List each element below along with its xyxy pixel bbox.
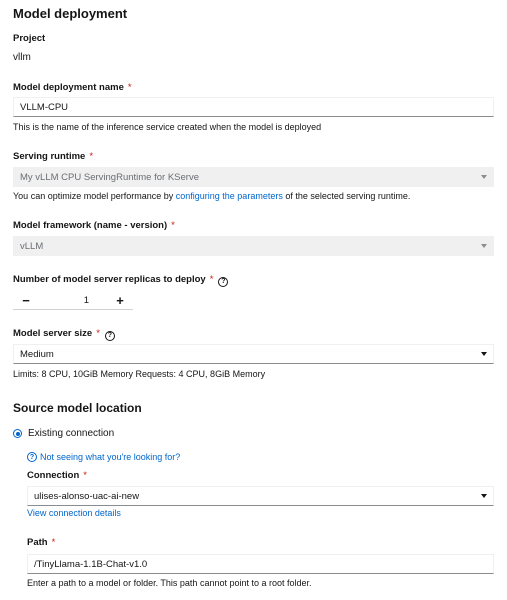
path-helper: Enter a path to a model or folder. This … [27, 578, 312, 588]
page-title: Model deployment [13, 6, 128, 21]
serving-runtime-label: Serving runtime * [13, 151, 94, 162]
project-value: vllm [13, 52, 31, 63]
required-marker: * [171, 220, 175, 231]
path-input[interactable]: /TinyLlama-1.1B-Chat-v1.0 [27, 554, 494, 574]
connection-label: Connection * [27, 470, 87, 481]
replicas-input[interactable]: 1 [39, 290, 91, 310]
existing-connection-radio[interactable]: Existing connection [13, 428, 114, 439]
view-connection-details-link[interactable]: View connection details [27, 508, 121, 518]
required-marker: * [127, 82, 132, 93]
required-marker: * [83, 470, 87, 481]
server-size-value: Medium [20, 348, 54, 360]
server-size-helper: Limits: 8 CPU, 10GiB Memory Requests: 4 … [13, 369, 266, 379]
source-section-title: Source model location [13, 401, 142, 415]
caret-down-icon [481, 494, 487, 498]
deployment-name-helper: This is the name of the inference servic… [13, 122, 322, 132]
model-framework-value: vLLM [20, 240, 44, 252]
required-marker: * [51, 537, 56, 548]
connection-value: ulises-alonso-uac-ai-new [34, 490, 140, 502]
caret-down-icon [481, 175, 487, 179]
stepper-underline [13, 309, 133, 310]
decrement-button[interactable]: − [13, 290, 39, 310]
help-icon[interactable]: ? [218, 276, 229, 287]
required-marker: * [96, 328, 100, 339]
model-framework-label: Model framework (name - version) * [13, 220, 175, 231]
deployment-name-label: Model deployment name * [13, 82, 132, 93]
existing-connection-label: Existing connection [28, 428, 115, 439]
replicas-label: Number of model server replicas to deplo… [13, 274, 229, 287]
model-framework-select: vLLM [13, 236, 494, 256]
server-size-label: Model server size *? [13, 328, 115, 341]
path-value: /TinyLlama-1.1B-Chat-v1.0 [34, 558, 148, 570]
required-marker: * [209, 274, 214, 285]
required-marker: * [89, 151, 94, 162]
project-label: Project [13, 33, 46, 44]
configuring-parameters-link[interactable]: configuring the parameters [176, 191, 283, 201]
caret-down-icon [481, 352, 487, 356]
deployment-name-value: VLLM-CPU [20, 101, 69, 113]
increment-button[interactable]: + [107, 290, 133, 310]
not-seeing-link[interactable]: ? Not seeing what you're looking for? [27, 452, 180, 462]
radio-selected-icon[interactable] [13, 429, 22, 438]
connection-select[interactable]: ulises-alonso-uac-ai-new [27, 486, 494, 506]
serving-runtime-select: My vLLM CPU ServingRuntime for KServe [13, 167, 494, 187]
help-icon: ? [27, 452, 37, 462]
path-label: Path * [27, 537, 56, 548]
server-size-select[interactable]: Medium [13, 344, 494, 364]
serving-runtime-value: My vLLM CPU ServingRuntime for KServe [20, 171, 199, 183]
deployment-name-input[interactable]: VLLM-CPU [13, 97, 494, 117]
serving-runtime-helper: You can optimize model performance by co… [13, 191, 411, 201]
help-icon[interactable]: ? [104, 330, 115, 341]
caret-down-icon [481, 244, 487, 248]
replicas-stepper: − 1 + [13, 290, 133, 310]
